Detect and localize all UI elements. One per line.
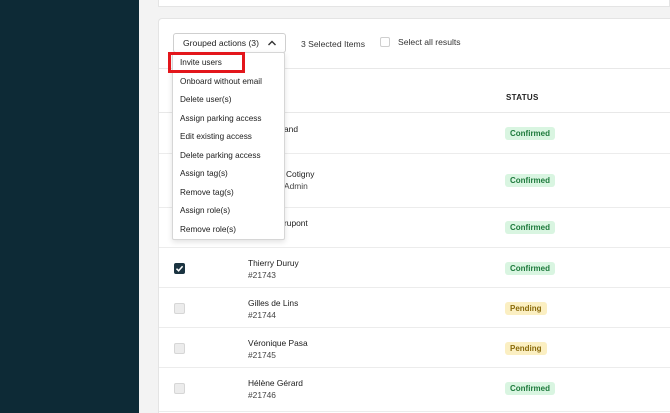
selected-items-count: 3 Selected Items <box>301 39 366 49</box>
grouped-actions-menu: Invite users Onboard without email Delete … <box>172 52 285 240</box>
menu-item-delete-parking-access[interactable]: Delete parking access <box>173 147 284 165</box>
status-badge: Pending <box>505 342 547 355</box>
row-checkbox-checked[interactable] <box>174 263 185 274</box>
row-checkbox[interactable] <box>174 343 185 354</box>
menu-item-assign-parking-access[interactable]: Assign parking access <box>173 110 284 128</box>
user-name: Hélène Gérard <box>248 378 303 388</box>
menu-item-remove-role-s[interactable]: Remove role(s) <box>173 221 284 239</box>
table-row[interactable]: Thierry Duruy #21743 Confirmed <box>159 248 670 288</box>
top-card <box>158 0 670 7</box>
left-dark-panel <box>0 0 139 413</box>
chevron-up-icon <box>268 40 276 46</box>
grouped-actions-label: Grouped actions (3) <box>183 38 259 48</box>
grouped-actions-button[interactable]: Grouped actions (3) <box>173 33 286 53</box>
status-badge: Confirmed <box>505 174 555 187</box>
status-badge: Pending <box>505 302 547 315</box>
user-role: Admin <box>284 181 308 191</box>
table-row[interactable]: Gilles de Lins #21744 Pending <box>159 288 670 328</box>
menu-item-invite-users[interactable]: Invite users <box>173 54 284 72</box>
table-row[interactable]: Véronique Pasa #21745 Pending <box>159 328 670 368</box>
user-id: #21744 <box>248 310 276 320</box>
table-row[interactable]: Hélène Gérard #21746 Confirmed <box>159 368 670 412</box>
user-id: #21743 <box>248 270 276 280</box>
menu-item-delete-user-s[interactable]: Delete user(s) <box>173 91 284 109</box>
user-name: and <box>284 124 298 134</box>
select-all-label: Select all results <box>398 37 461 47</box>
row-checkbox[interactable] <box>174 303 185 314</box>
status-badge: Confirmed <box>505 262 555 275</box>
menu-item-onboard-without-email[interactable]: Onboard without email <box>173 73 284 91</box>
user-id: #21746 <box>248 390 276 400</box>
status-badge: Confirmed <box>505 221 555 234</box>
select-all-results[interactable]: Select all results <box>380 37 461 47</box>
status-column-header: STATUS <box>506 93 539 102</box>
row-checkbox[interactable] <box>174 383 185 394</box>
user-name: Thierry Duruy <box>248 258 299 268</box>
user-name: Cotigny <box>286 169 315 179</box>
menu-item-assign-tag-s[interactable]: Assign tag(s) <box>173 165 284 183</box>
user-name: Véronique Pasa <box>248 338 308 348</box>
menu-item-assign-role-s[interactable]: Assign role(s) <box>173 202 284 220</box>
menu-item-remove-tag-s[interactable]: Remove tag(s) <box>173 184 284 202</box>
user-name: Gilles de Lins <box>248 298 299 308</box>
user-id: #21745 <box>248 350 276 360</box>
status-badge: Confirmed <box>505 127 555 140</box>
menu-item-edit-existing-access[interactable]: Edit existing access <box>173 128 284 146</box>
select-all-checkbox[interactable] <box>380 37 390 47</box>
check-icon <box>175 265 184 272</box>
status-badge: Confirmed <box>505 382 555 395</box>
user-name: rupont <box>284 218 308 228</box>
